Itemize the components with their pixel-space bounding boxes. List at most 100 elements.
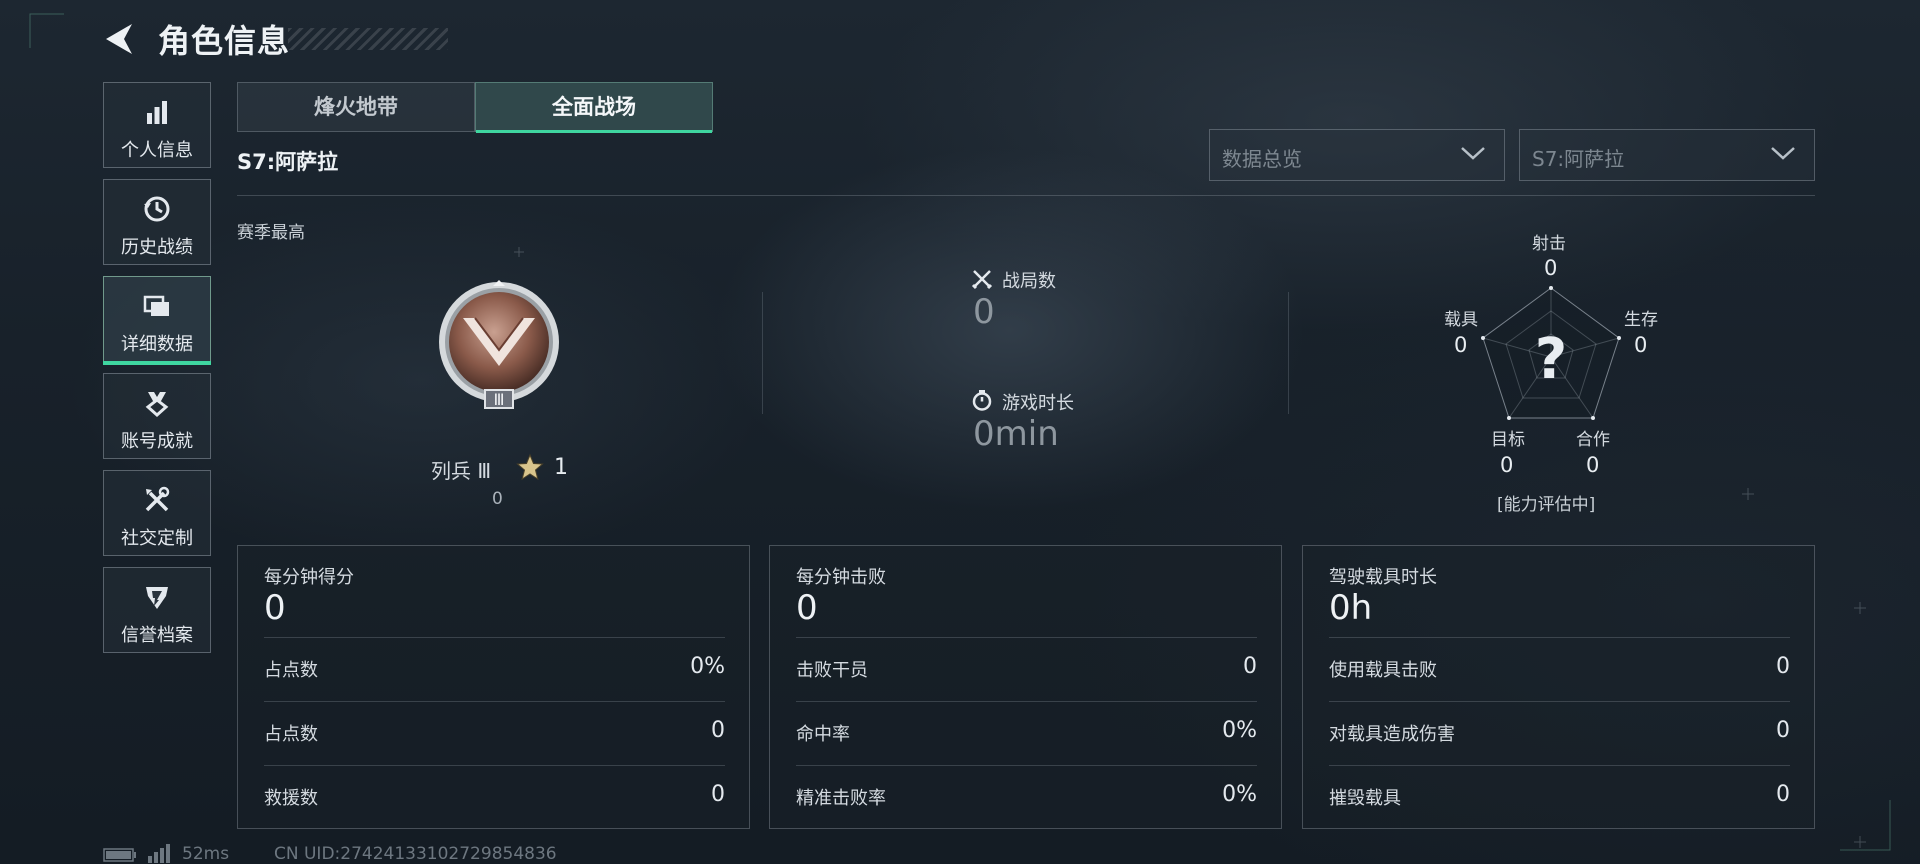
user-uid: CN UID:27424133102729854836 <box>274 844 557 864</box>
dropdown-value: 数据总览 <box>1222 147 1302 171</box>
row-label: 对载具造成伤害 <box>1329 724 1455 745</box>
radar-status-note: [能力评估中] <box>1497 495 1596 515</box>
row-label: 使用载具击败 <box>1329 660 1437 681</box>
season-title: S7:阿萨拉 <box>237 150 339 174</box>
nav-item-label: 历史战绩 <box>121 237 193 258</box>
row-value: 0% <box>1222 782 1257 807</box>
radar-value-survival: 0 <box>1634 333 1648 357</box>
chevron-down-icon <box>1461 147 1485 160</box>
row-label: 救援数 <box>264 788 318 809</box>
tab-all-out-warfare[interactable]: 全面战场 <box>475 82 713 133</box>
chevron-down-icon <box>1771 147 1795 160</box>
matches-value: 0 <box>973 292 995 332</box>
credit-icon <box>146 587 168 609</box>
folder-icon <box>143 295 169 316</box>
rank-points: 0 <box>492 489 503 509</box>
season-best-label: 赛季最高 <box>237 223 305 243</box>
row-value: 0 <box>711 782 725 807</box>
tab-active-underline <box>476 130 712 133</box>
row-label: 摧毁载具 <box>1329 788 1401 809</box>
card-value: 0h <box>1329 588 1373 628</box>
row-label: 精准击败率 <box>796 788 886 809</box>
card-label: 驾驶载具时长 <box>1329 567 1437 588</box>
radar-value-shooting: 0 <box>1544 256 1558 280</box>
row-value: 0% <box>1222 718 1257 743</box>
card-value: 0 <box>264 588 286 628</box>
divider <box>1288 292 1289 414</box>
card-label: 每分钟得分 <box>264 567 354 588</box>
divider <box>264 637 725 638</box>
row-value: 0% <box>690 654 725 679</box>
radar-value-objective: 0 <box>1500 453 1514 477</box>
radar-label-survival: 生存 <box>1624 310 1658 330</box>
divider <box>796 701 1257 702</box>
title-decor-stripe <box>288 28 448 50</box>
divider <box>1329 637 1790 638</box>
nav-item-label: 详细数据 <box>121 334 193 355</box>
radar-center-mark: ? <box>1535 327 1567 392</box>
crossed-swords-icon <box>971 270 993 290</box>
divider <box>796 637 1257 638</box>
divider <box>264 765 725 766</box>
radar-label-objective: 目标 <box>1491 430 1525 450</box>
achievement-icon <box>145 392 169 418</box>
battery-icon <box>103 848 136 862</box>
radar-value-vehicle: 0 <box>1454 333 1468 357</box>
nav-item-label: 个人信息 <box>121 140 193 161</box>
stat-card-kills: 每分钟击败 0 击败干员 0 命中率 0% 精准击败率 0% <box>769 545 1282 829</box>
nav-item-history[interactable]: 历史战绩 <box>103 179 211 265</box>
signal-icon <box>148 844 170 863</box>
stopwatch-icon <box>972 390 992 411</box>
playtime-label: 游戏时长 <box>1002 393 1074 414</box>
row-value: 0 <box>1776 654 1790 679</box>
nav-item-credit-record[interactable]: 信誉档案 <box>103 567 211 653</box>
nav-item-social-customize[interactable]: 社交定制 <box>103 470 211 556</box>
row-label: 占点数 <box>264 724 318 745</box>
card-value: 0 <box>796 588 818 628</box>
divider <box>762 292 763 414</box>
card-label: 每分钟击败 <box>796 567 886 588</box>
nav-item-detailed-data[interactable]: 详细数据 <box>103 276 211 365</box>
season-dropdown[interactable]: S7:阿萨拉 <box>1519 129 1815 181</box>
star-count: 1 <box>554 455 568 480</box>
radar-label-vehicle: 载具 <box>1444 310 1478 330</box>
divider <box>1329 701 1790 702</box>
data-view-dropdown[interactable]: 数据总览 <box>1209 129 1505 181</box>
dropdown-value: S7:阿萨拉 <box>1532 147 1625 171</box>
back-arrow-icon[interactable] <box>102 22 134 56</box>
row-value: 0 <box>1776 782 1790 807</box>
ability-radar-chart: ? <box>1481 286 1621 420</box>
row-value: 0 <box>711 718 725 743</box>
row-value: 0 <box>1243 654 1257 679</box>
nav-item-label: 社交定制 <box>121 528 193 549</box>
active-indicator <box>103 361 211 365</box>
history-icon <box>144 196 170 222</box>
radar-label-teamwork: 合作 <box>1576 430 1610 450</box>
playtime-value: 0min <box>973 414 1059 454</box>
matches-label: 战局数 <box>1002 271 1056 292</box>
row-label: 命中率 <box>796 724 850 745</box>
radar-label-shooting: 射击 <box>1532 234 1566 254</box>
tools-icon <box>145 486 170 512</box>
stat-card-vehicle: 驾驶载具时长 0h 使用载具击败 0 对载具造成伤害 0 摧毁载具 0 <box>1302 545 1815 829</box>
nav-item-personal-info[interactable]: 个人信息 <box>103 82 211 168</box>
divider <box>796 765 1257 766</box>
nav-item-achievements[interactable]: 账号成就 <box>103 373 211 459</box>
tab-label: 全面战场 <box>552 95 636 119</box>
rank-name: 列兵 Ⅲ <box>431 459 492 483</box>
rank-medal-icon: Ⅲ <box>439 280 559 409</box>
star-icon <box>516 453 544 481</box>
row-value: 0 <box>1776 718 1790 743</box>
nav-item-label: 信誉档案 <box>121 625 193 646</box>
tab-beacon-zone[interactable]: 烽火地带 <box>237 82 475 132</box>
ping-readout: 52ms <box>182 844 230 864</box>
nav-item-label: 账号成就 <box>121 431 193 452</box>
divider <box>264 701 725 702</box>
divider <box>237 195 1815 196</box>
medal-tier-text: Ⅲ <box>493 390 504 409</box>
divider <box>1329 765 1790 766</box>
page-title: 角色信息 <box>158 22 291 60</box>
stat-card-score: 每分钟得分 0 占点数 0% 占点数 0 救援数 0 <box>237 545 750 829</box>
bar-chart-icon <box>147 101 167 124</box>
radar-value-teamwork: 0 <box>1586 453 1600 477</box>
